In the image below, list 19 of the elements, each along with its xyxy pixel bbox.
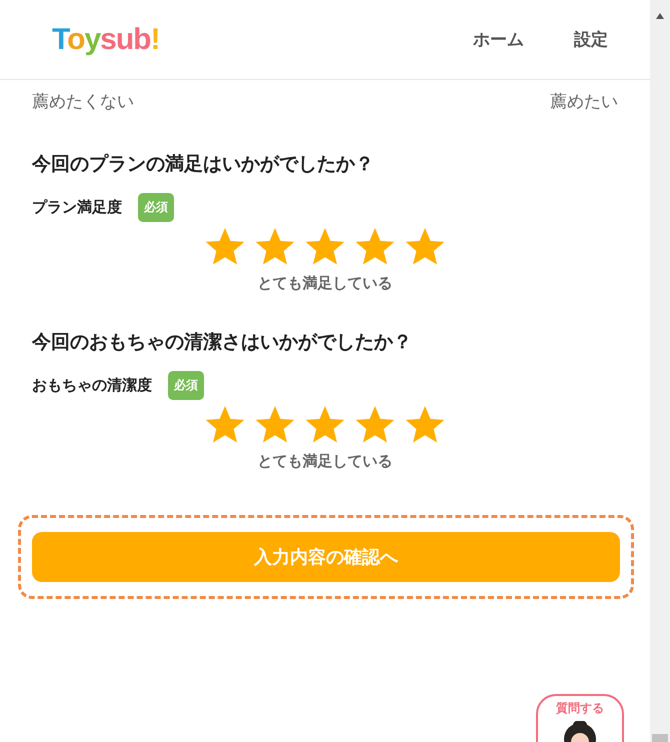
- rating-caption: とても満足している: [258, 452, 392, 471]
- confirm-button[interactable]: 入力内容の確認へ: [32, 532, 620, 582]
- question-title: 今回のおもちゃの清潔さはいかがでしたか？: [32, 330, 413, 355]
- required-badge: 必須: [168, 371, 204, 400]
- scale-low-label: 薦めたくない: [32, 91, 134, 113]
- help-button[interactable]: 質問する: [536, 694, 624, 742]
- question-title: 今回のプランの満足はいかがでしたか？: [32, 152, 375, 177]
- nav-link[interactable]: ホーム: [473, 28, 524, 51]
- rating-label: プラン満足度: [32, 198, 122, 217]
- logo[interactable]: Toysub!: [52, 22, 160, 56]
- scrollbar[interactable]: [650, 0, 670, 742]
- scale-high-label: 薦めたい: [550, 91, 618, 113]
- required-badge: 必須: [138, 193, 174, 222]
- scroll-up-icon[interactable]: [655, 12, 665, 20]
- figure-icon: [562, 721, 598, 742]
- nav-link[interactable]: 設定: [574, 28, 608, 51]
- scroll-thumb[interactable]: [652, 734, 668, 742]
- rating-label: おもちゃの清潔度: [32, 376, 152, 395]
- rating-caption: とても満足している: [258, 274, 392, 293]
